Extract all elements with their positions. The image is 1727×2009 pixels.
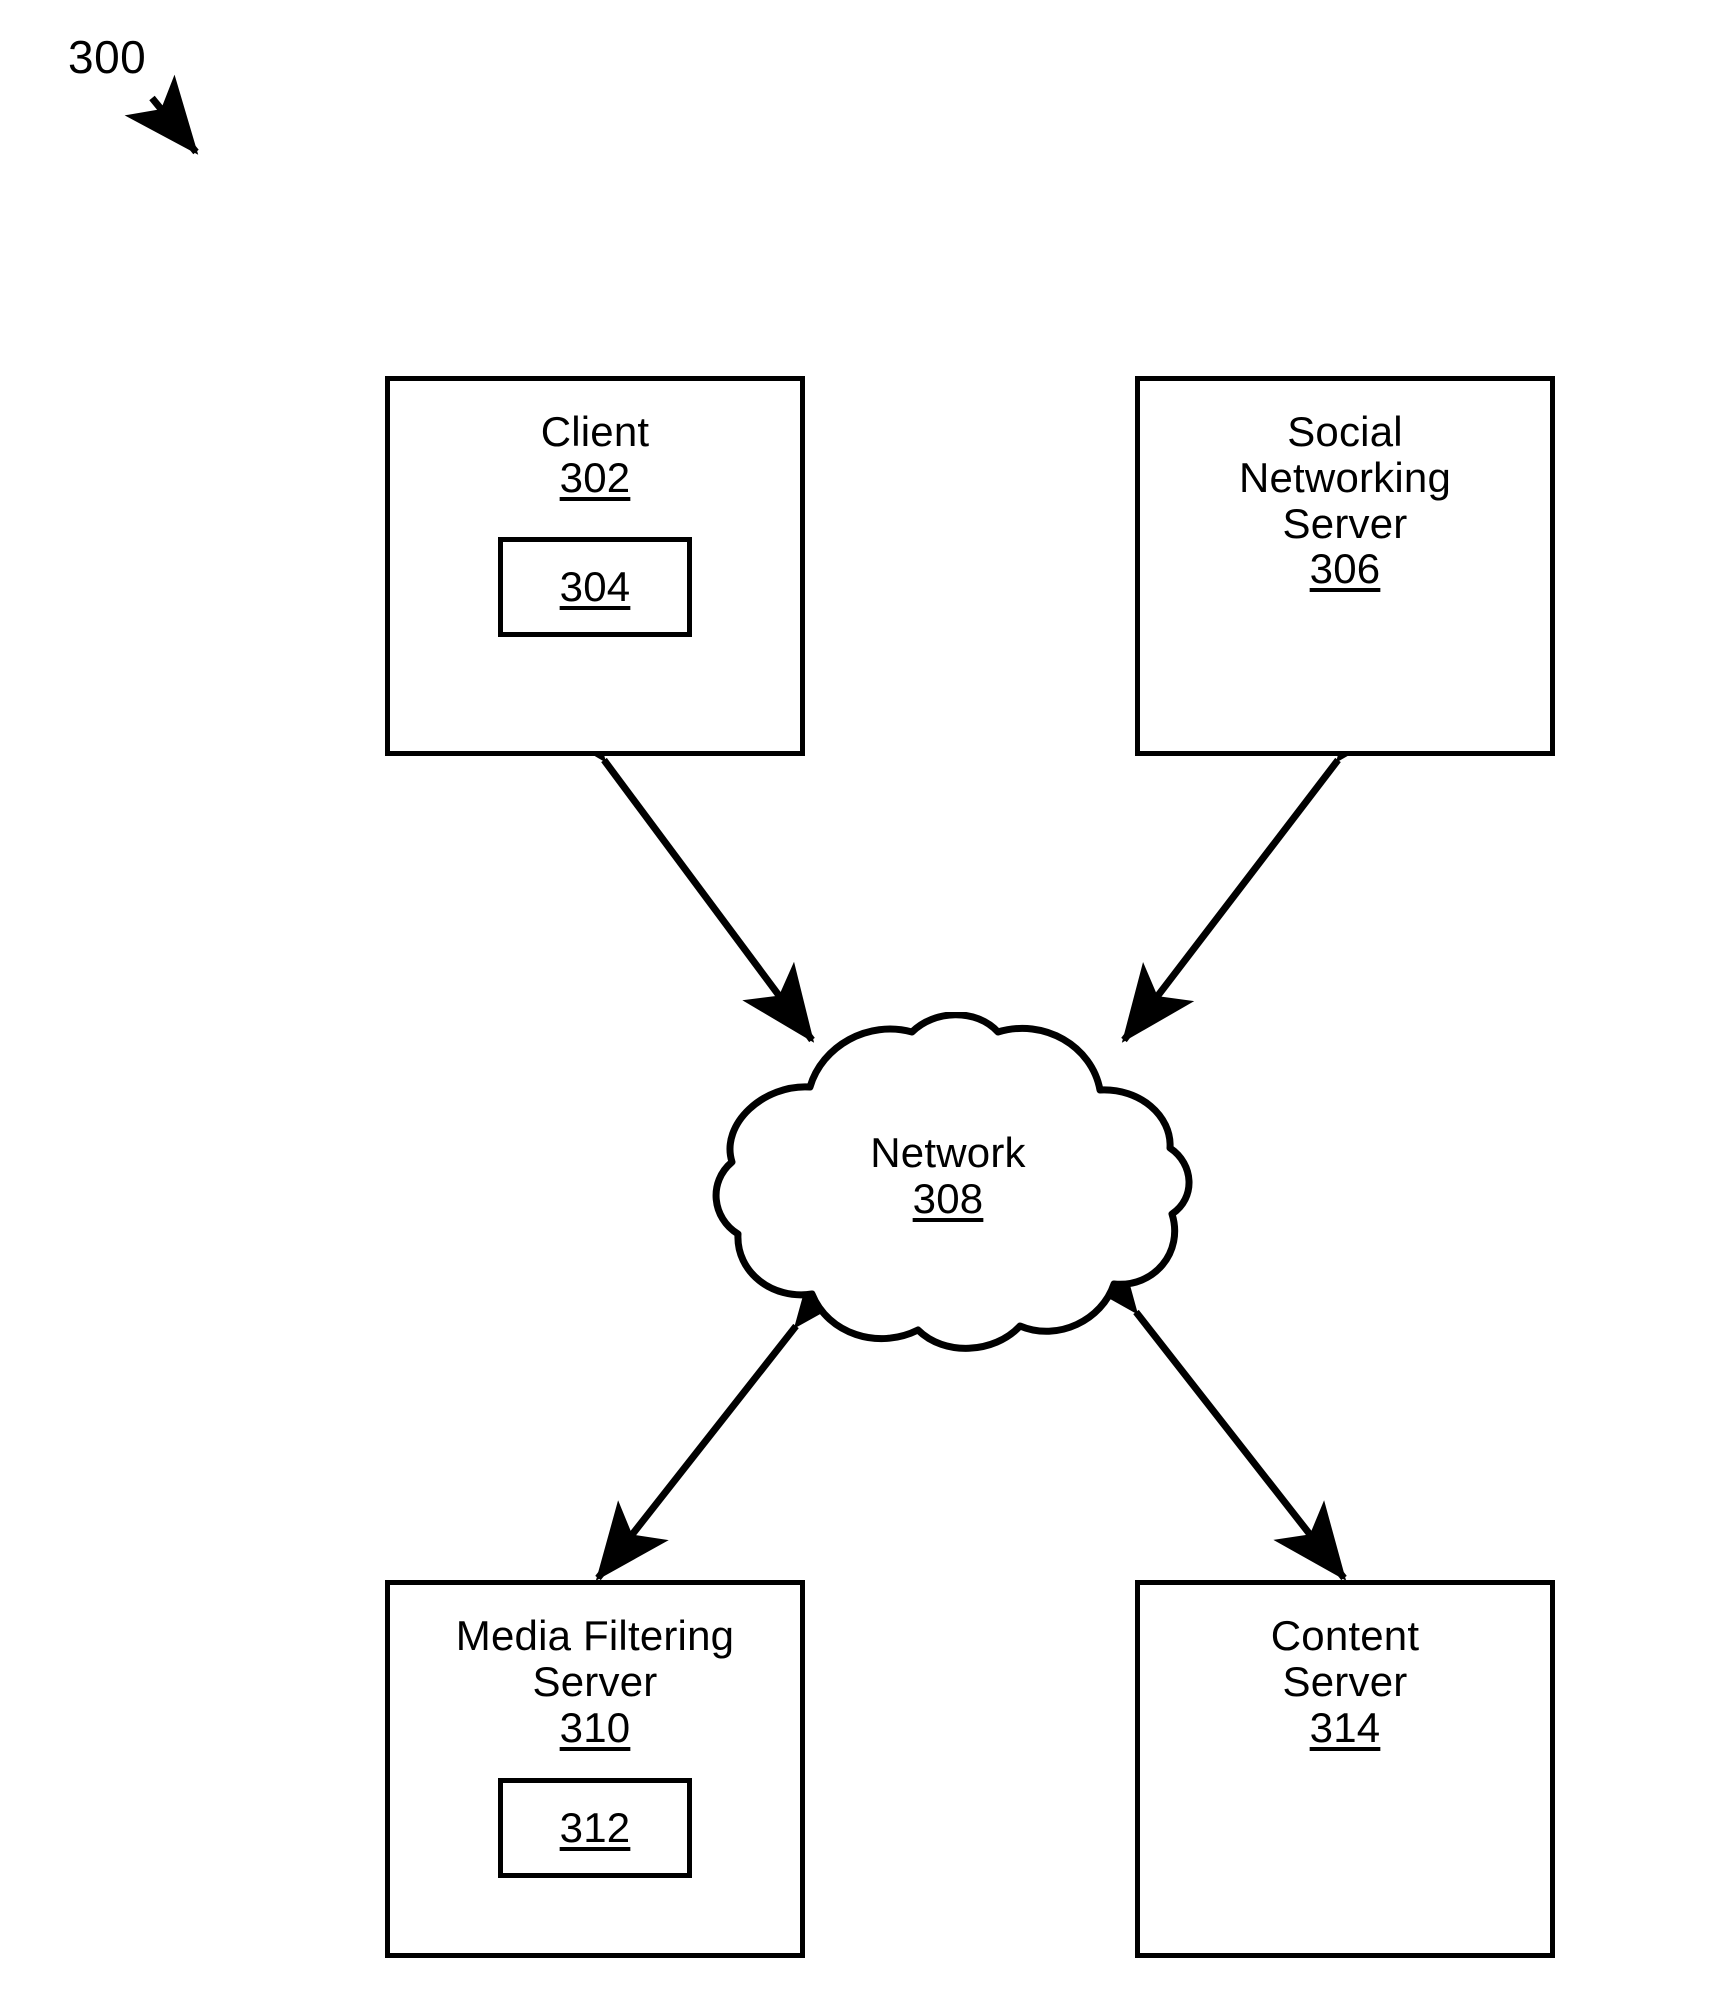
network-number: 308 — [912, 1174, 984, 1222]
network-label: Network — [870, 1129, 1026, 1176]
social-networking-server-number: 306 — [1309, 545, 1381, 593]
social-networking-server-node[interactable]: Social Networking Server 306 — [1135, 376, 1555, 756]
client-label: Client — [540, 408, 650, 455]
content-server-label: Content Server — [1270, 1612, 1420, 1705]
network-cloud-text: Network 308 — [672, 1130, 1224, 1222]
media-filtering-server-inner-component[interactable]: 312 — [498, 1778, 692, 1879]
content-server-node[interactable]: Content Server 314 — [1135, 1580, 1555, 1958]
network-media-connector — [595, 1248, 867, 1581]
social-networking-server-label: Social Networking Server — [1238, 408, 1452, 547]
client-number: 302 — [559, 453, 631, 501]
figure-lead-arrow — [124, 74, 199, 155]
patent-figure-300: 300 Network 308 Client 302 304 Social Ne… — [0, 0, 1727, 2009]
client-inner-number: 304 — [559, 562, 631, 610]
client-inner-component[interactable]: 304 — [498, 536, 692, 637]
client-network-connector — [534, 681, 815, 1043]
media-filtering-server-label: Media Filtering Server — [455, 1612, 735, 1705]
figure-reference-number: 300 — [68, 31, 147, 83]
media-filtering-server-inner-number: 312 — [559, 1804, 631, 1852]
social-network-connector — [1121, 682, 1409, 1043]
client-node[interactable]: Client 302 304 — [385, 376, 805, 756]
content-server-number: 314 — [1309, 1703, 1381, 1751]
media-filtering-server-number: 310 — [559, 1703, 631, 1751]
media-filtering-server-node[interactable]: Media Filtering Server 310 312 — [385, 1580, 805, 1958]
